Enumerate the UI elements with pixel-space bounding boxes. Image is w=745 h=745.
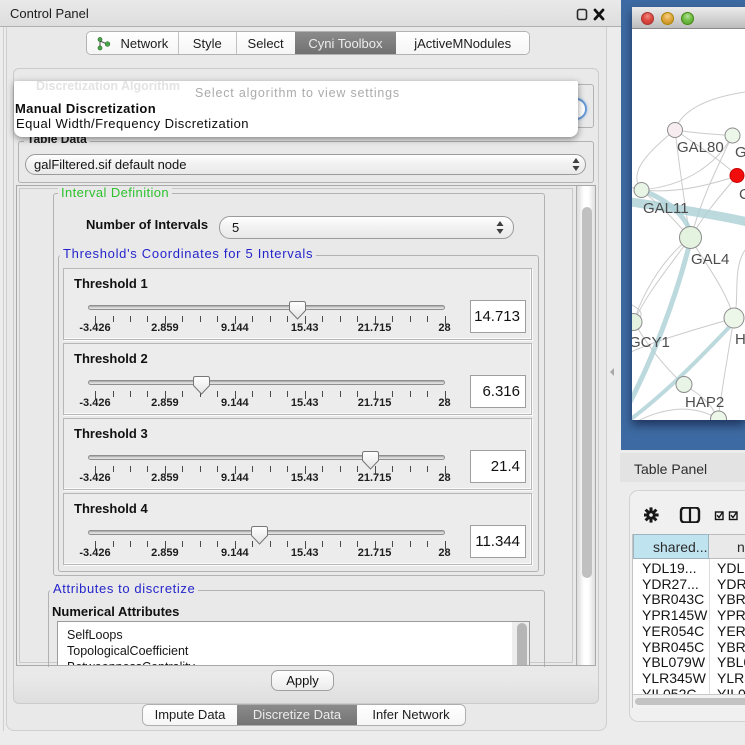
svg-text:GAL4: GAL4	[691, 251, 729, 268]
svg-text:GA: GA	[735, 144, 745, 161]
svg-text:GCY1: GCY1	[632, 334, 670, 351]
svg-text:HAP2: HAP2	[685, 394, 724, 411]
svg-text:C: C	[739, 186, 745, 203]
svg-text:GAL80: GAL80	[677, 139, 724, 156]
svg-text:H: H	[735, 331, 745, 348]
svg-text:GAL11: GAL11	[643, 200, 689, 217]
